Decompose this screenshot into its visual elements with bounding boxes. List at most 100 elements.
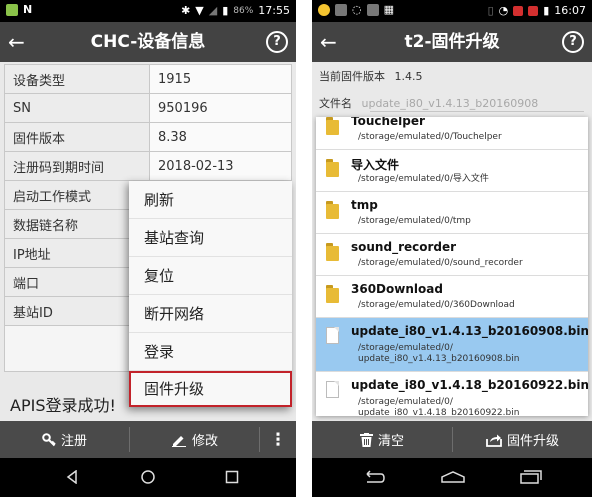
page-title: t2-固件升级 (404, 32, 500, 52)
folder-icon (326, 159, 341, 177)
nav-recents-icon[interactable] (518, 468, 544, 486)
back-arrow-icon[interactable]: ← (8, 31, 25, 53)
status-bar: N ✱ ▼ ◢ ▮ 86% 17:55 (0, 0, 296, 22)
item-name: update_i80_v1.4.13_b20160908.bin (351, 324, 588, 338)
filename-label: 文件名 (319, 97, 352, 110)
device-info-screen: N ✱ ▼ ◢ ▮ 86% 17:55 ← CHC-设备信息 ? 设备类型 191… (0, 0, 296, 497)
status-bar: ◌ ▦ ▯ ◔ ▮ 16:07 (312, 0, 592, 22)
row-value: 950196 (149, 93, 292, 123)
title-bar: ← t2-固件升级 ? (312, 22, 592, 62)
notification-icon (318, 4, 330, 16)
notification-icon: ▦ (383, 3, 395, 16)
system-nav-bar (312, 458, 592, 497)
row-label: 端口 (4, 267, 150, 297)
item-name: 导入文件 (351, 158, 400, 172)
bluetooth-icon: ✱ (181, 3, 191, 17)
row-value: 2018-02-13 (149, 151, 292, 181)
file-icon (326, 381, 339, 398)
folder-item[interactable]: tmp/storage/emulated/0/tmp (316, 192, 588, 234)
status-message: APIS登录成功! (10, 396, 116, 415)
system-nav-bar (0, 458, 296, 497)
nav-home-icon[interactable] (440, 468, 466, 486)
folder-item[interactable]: 360Download/storage/emulated/0/360Downlo… (316, 276, 588, 318)
folder-icon (326, 201, 341, 219)
current-version-line: 当前固件版本 1.4.5 (319, 68, 423, 84)
folder-icon (326, 117, 341, 135)
key-icon (42, 432, 56, 446)
nav-back-icon[interactable] (62, 468, 82, 486)
row-label (4, 325, 150, 372)
help-icon[interactable]: ? (562, 31, 584, 53)
back-arrow-icon[interactable]: ← (320, 31, 337, 53)
row-label: 固件版本 (4, 122, 150, 152)
clear-label: 清空 (377, 434, 404, 449)
folder-item[interactable]: 导入文件/storage/emulated/0/导入文件 (316, 150, 588, 192)
nav-recents-icon[interactable] (222, 468, 242, 486)
signal-icon (513, 5, 524, 16)
battery-icon: ▮ (222, 3, 229, 17)
nav-home-icon[interactable] (138, 468, 158, 486)
notification-icon: ◌ (352, 3, 362, 16)
menu-item[interactable]: 刷新 (129, 181, 292, 219)
item-name: sound_recorder (351, 240, 457, 254)
menu-item[interactable]: 断开网络 (129, 295, 292, 333)
more-options-button[interactable]: ⋮ (260, 421, 296, 458)
table-row: SN 950196 (4, 93, 292, 123)
help-icon[interactable]: ? (266, 31, 288, 53)
firmware-upgrade-label: 固件升级 (506, 434, 559, 449)
popup-menu: 刷新 基站查询 复位 断开网络 登录 固件升级 (129, 181, 292, 407)
file-item[interactable]: update_i80_v1.4.18_b20160922.bin/storage… (316, 372, 588, 416)
vibrate-icon: ▯ (487, 3, 494, 17)
item-path: /storage/emulated/0/Touchelper (358, 132, 502, 142)
n-icon: N (23, 3, 33, 16)
row-value: 8.38 (149, 122, 292, 152)
row-label: 数据链名称 (4, 209, 150, 239)
row-value: 1915 (149, 64, 292, 94)
item-name: update_i80_v1.4.18_b20160922.bin (351, 378, 588, 392)
pencil-icon (171, 435, 186, 447)
battery-percent: 86% (233, 5, 254, 16)
app-notification-icon (6, 4, 18, 16)
item-name: tmp (351, 198, 378, 212)
edit-label: 修改 (191, 434, 218, 449)
item-path: /storage/emulated/0/tmp (358, 216, 471, 226)
battery-icon: ▮ (543, 3, 550, 17)
bottom-toolbar: 清空 固件升级 (312, 421, 592, 458)
folder-icon (326, 285, 341, 303)
bottom-toolbar: 注册 修改 ⋮ (0, 421, 296, 458)
table-row: 固件版本 8.38 (4, 122, 292, 152)
menu-item[interactable]: 固件升级 (129, 371, 292, 407)
register-button[interactable]: 注册 (0, 421, 129, 458)
status-time: 17:55 (258, 4, 290, 17)
item-path: /storage/emulated/0/ (358, 343, 453, 353)
filename-input[interactable]: update_i80_v1.4.13_b20160908 (362, 97, 539, 110)
item-path-continued: update_i80_v1.4.13_b20160908.bin (358, 354, 520, 364)
item-path: /storage/emulated/0/ (358, 397, 453, 407)
menu-item[interactable]: 登录 (129, 333, 292, 371)
item-path: /storage/emulated/0/sound_recorder (358, 258, 523, 268)
folder-item[interactable]: Touchelper/storage/emulated/0/Touchelper (316, 117, 588, 150)
signal-icon (528, 5, 539, 16)
item-path-continued: update_i80_v1.4.18_b20160922.bin (358, 408, 520, 416)
nav-back-icon[interactable] (360, 468, 386, 486)
clear-button[interactable]: 清空 (312, 421, 452, 458)
folder-item[interactable]: sound_recorder/storage/emulated/0/sound_… (316, 234, 588, 276)
folder-icon (326, 243, 341, 261)
upload-share-icon (486, 434, 502, 447)
status-time: 16:07 (554, 4, 586, 17)
wifi-icon: ◔ (498, 3, 509, 17)
signal-icon: ◢ (208, 3, 218, 17)
row-label: 基站ID (4, 296, 150, 326)
item-name: 360Download (351, 282, 443, 296)
menu-item[interactable]: 基站查询 (129, 219, 292, 257)
firmware-upgrade-button[interactable]: 固件升级 (453, 421, 592, 458)
wifi-icon: ▼ (195, 3, 204, 17)
page-title: CHC-设备信息 (90, 32, 206, 52)
edit-button[interactable]: 修改 (130, 421, 259, 458)
item-name: Touchelper (351, 117, 425, 128)
current-version-label: 当前固件版本 (319, 70, 385, 83)
file-item[interactable]: update_i80_v1.4.13_b20160908.bin/storage… (316, 318, 588, 372)
file-icon (326, 327, 339, 344)
menu-item[interactable]: 复位 (129, 257, 292, 295)
title-bar: ← CHC-设备信息 ? (0, 22, 296, 62)
